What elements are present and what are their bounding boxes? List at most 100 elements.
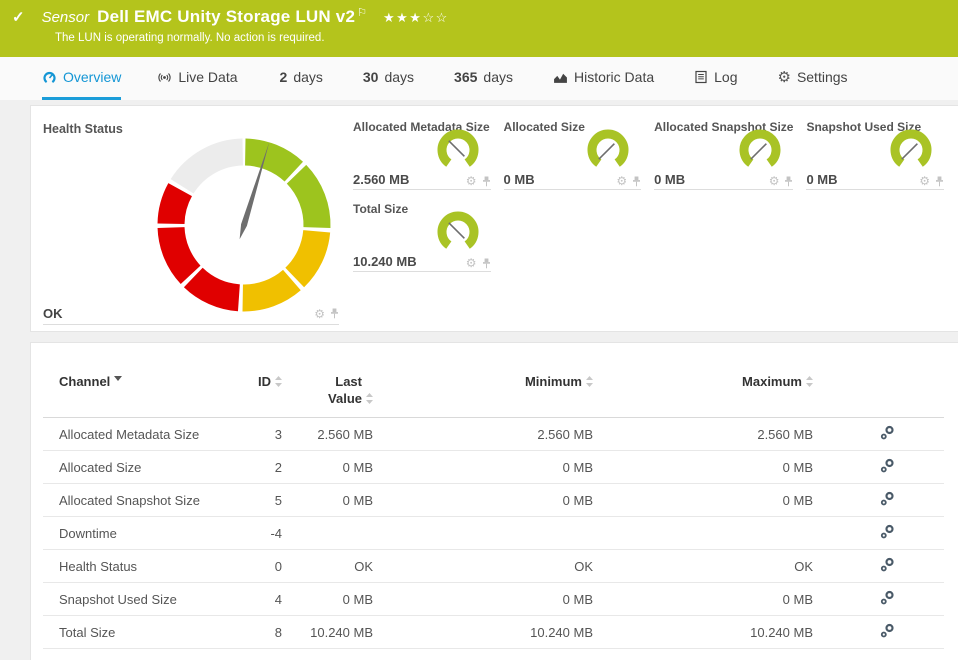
gauge-value: 0 MB — [654, 172, 686, 187]
mini-gauge — [739, 129, 781, 167]
flag-icon[interactable]: ⚐ — [357, 6, 367, 19]
channel-maximum — [593, 516, 813, 550]
table-row: Total Size 8 10.240 MB 10.240 MB 10.240 MB — [43, 615, 944, 649]
pin-icon[interactable] — [330, 308, 339, 319]
channel-last-value: 10.240 MB — [282, 615, 373, 649]
gauge-cell-total-size: Total Size 10.240 MB ⚙ — [353, 196, 491, 272]
pin-icon[interactable] — [482, 176, 491, 187]
column-header-id[interactable]: ID — [258, 373, 282, 390]
channel-settings-icon[interactable] — [879, 458, 896, 474]
channel-table: Channel ID Last Value Minimum Maximum All… — [43, 373, 944, 649]
mini-gauge — [437, 211, 479, 249]
pin-icon[interactable] — [935, 176, 944, 187]
channel-table-body: Allocated Metadata Size 3 2.560 MB 2.560 MB… — [43, 417, 944, 649]
channel-maximum: 2.560 MB — [593, 417, 813, 451]
channel-settings-icon[interactable] — [879, 590, 896, 606]
gear-icon[interactable]: ⚙ — [919, 175, 930, 187]
priority-stars[interactable]: ★★★☆☆ — [383, 10, 449, 26]
status-check-icon: ✓ — [12, 9, 25, 26]
channel-minimum — [373, 516, 593, 550]
live-icon — [157, 70, 172, 85]
tab-2-days[interactable]: 2 days — [280, 57, 323, 100]
gauge-cell-allocated-snapshot-size: Allocated Snapshot Size 0 MB ⚙ — [654, 114, 794, 190]
gauge-value: 2.560 MB — [353, 172, 410, 187]
channel-minimum: 0 MB — [373, 483, 593, 517]
pin-icon[interactable] — [482, 258, 491, 269]
column-header-minimum[interactable]: Minimum — [525, 373, 593, 390]
gear-icon[interactable]: ⚙ — [466, 175, 477, 187]
channel-settings-icon[interactable] — [879, 524, 896, 540]
channel-minimum: 0 MB — [373, 450, 593, 484]
tab-overview[interactable]: Overview — [42, 57, 122, 100]
tab-live-data[interactable]: Live Data — [157, 57, 238, 100]
pin-icon[interactable] — [632, 176, 641, 187]
column-header-last-value[interactable]: Last Value — [328, 373, 373, 407]
mini-gauge — [587, 129, 629, 167]
gear-icon[interactable]: ⚙ — [616, 175, 627, 187]
tab-historic-data[interactable]: Historic Data — [553, 57, 654, 100]
gauge-value: 0 MB — [503, 172, 535, 187]
gear-icon[interactable]: ⚙ — [769, 175, 780, 187]
channel-last-value — [282, 516, 373, 550]
table-row: Allocated Snapshot Size 5 0 MB 0 MB 0 MB — [43, 483, 944, 517]
channel-maximum: 0 MB — [593, 582, 813, 616]
channel-id: 4 — [228, 582, 282, 616]
channel-id: 5 — [228, 483, 282, 517]
channel-id: 0 — [228, 549, 282, 583]
pin-icon[interactable] — [784, 176, 793, 187]
channel-table-panel: Channel ID Last Value Minimum Maximum All… — [30, 342, 958, 660]
column-header-maximum[interactable]: Maximum — [742, 373, 813, 390]
sort-icon — [275, 376, 282, 387]
mini-gauges-grid: Allocated Metadata Size 2.560 MB ⚙ Alloc… — [353, 114, 944, 331]
channel-last-value: OK — [282, 549, 373, 583]
channel-settings-icon[interactable] — [879, 491, 896, 507]
channel-name: Allocated Metadata Size — [43, 417, 228, 451]
sort-desc-icon — [114, 376, 123, 381]
gauge-value: OK — [43, 306, 63, 321]
table-header-row: Channel ID Last Value Minimum Maximum — [43, 373, 944, 418]
gear-icon[interactable]: ⚙ — [466, 257, 477, 269]
tab-30-days[interactable]: 30 days — [363, 57, 414, 100]
channel-minimum: 0 MB — [373, 582, 593, 616]
tab-settings[interactable]: ⚙ Settings — [777, 57, 847, 100]
channel-id: -4 — [228, 516, 282, 550]
gauge-cell-allocated-size: Allocated Size 0 MB ⚙ — [503, 114, 642, 190]
gear-icon: ⚙ — [777, 68, 791, 86]
column-header-channel[interactable]: Channel — [59, 373, 123, 390]
gauges-panel: Health Status OK ⚙ Allocated Metadata Si… — [30, 105, 958, 332]
channel-settings-icon[interactable] — [879, 623, 896, 639]
channel-maximum: OK — [593, 549, 813, 583]
sort-icon — [586, 376, 593, 387]
table-row: Allocated Metadata Size 3 2.560 MB 2.560 MB… — [43, 417, 944, 451]
sensor-title: Dell EMC Unity Storage LUN v2 — [97, 7, 356, 26]
table-row: Downtime -4 — [43, 516, 944, 550]
tab-bar: Overview Live Data 2 days 30 days 365 da… — [0, 57, 958, 100]
channel-last-value: 0 MB — [282, 483, 373, 517]
tab-log[interactable]: Log — [694, 57, 737, 100]
channel-name: Downtime — [43, 516, 228, 550]
channel-settings-icon[interactable] — [879, 557, 896, 573]
channel-name: Total Size — [43, 615, 228, 649]
sensor-kind-label: Sensor — [41, 9, 90, 26]
channel-id: 8 — [228, 615, 282, 649]
channel-minimum: OK — [373, 549, 593, 583]
channel-maximum: 0 MB — [593, 450, 813, 484]
table-row: Snapshot Used Size 4 0 MB 0 MB 0 MB — [43, 582, 944, 616]
table-row: Health Status 0 OK OK OK — [43, 549, 944, 583]
channel-id: 2 — [228, 450, 282, 484]
channel-name: Allocated Size — [43, 450, 228, 484]
gauge-icon — [42, 70, 57, 84]
channel-settings-icon[interactable] — [879, 425, 896, 441]
tab-365-days[interactable]: 365 days — [454, 57, 513, 100]
gauge-cell-snapshot-used-size: Snapshot Used Size 0 MB ⚙ — [806, 114, 944, 190]
sensor-status-bar: ✓ Sensor Dell EMC Unity Storage LUN v2 ⚐… — [0, 0, 958, 57]
channel-minimum: 10.240 MB — [373, 615, 593, 649]
channel-maximum: 10.240 MB — [593, 615, 813, 649]
sort-icon — [366, 393, 373, 404]
gauge-cell-allocated-metadata-size: Allocated Metadata Size 2.560 MB ⚙ — [353, 114, 491, 190]
channel-last-value: 0 MB — [282, 450, 373, 484]
gear-icon[interactable]: ⚙ — [314, 308, 325, 320]
channel-name: Snapshot Used Size — [43, 582, 228, 616]
sensor-status-message: The LUN is operating normally. No action… — [55, 32, 325, 44]
channel-name: Health Status — [43, 549, 228, 583]
